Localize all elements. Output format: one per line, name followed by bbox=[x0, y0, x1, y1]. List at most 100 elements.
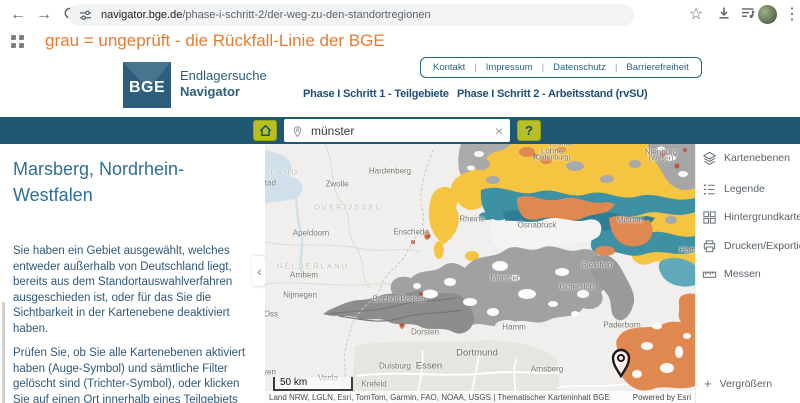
map-label: Nienburg bbox=[645, 148, 677, 157]
browser-menu-kebab-icon[interactable]: ⋮ bbox=[782, 5, 800, 25]
map-scalebar: 50 km bbox=[273, 377, 353, 391]
map-label: FLEVOLAND bbox=[265, 168, 299, 177]
map-label: Nijmegen bbox=[283, 291, 317, 300]
map-label: Zwolle bbox=[325, 180, 348, 189]
url-domain: navigator.bge.de bbox=[101, 9, 182, 21]
map-label: Krefeld bbox=[361, 380, 386, 389]
map-label: Borken bbox=[400, 295, 425, 304]
link-barrierefreiheit[interactable]: Barrierefreiheit bbox=[626, 62, 688, 73]
site-settings-icon[interactable] bbox=[78, 8, 93, 23]
map-label: (Weser) bbox=[649, 156, 674, 163]
map-label: Paderborn bbox=[603, 321, 640, 330]
map-label: Lohne bbox=[541, 147, 563, 156]
panel-content: Marsberg, Nordrhein-Westfalen Sie haben … bbox=[13, 156, 252, 403]
map-label: Hameln bbox=[679, 246, 695, 255]
link-datenschutz[interactable]: Datenschutz bbox=[553, 62, 606, 73]
tool-label: Legende bbox=[724, 183, 765, 195]
header-links-box: Kontakt | Impressum | Datenschutz | Barr… bbox=[420, 57, 702, 78]
map-label: Dortmund bbox=[456, 348, 498, 359]
tab-phase1-schritt1[interactable]: Phase I Schritt 1 - Teilgebiete bbox=[303, 88, 449, 100]
tool-hintergrundkarten[interactable]: Hintergrundkarten bbox=[702, 208, 800, 226]
ruler-icon bbox=[702, 267, 717, 282]
tool-legende[interactable]: Legende bbox=[702, 180, 765, 198]
map-attribution: Land NRW, LGLN, Esri, TomTom, Garmin, FA… bbox=[265, 391, 695, 403]
link-separator: | bbox=[474, 62, 476, 73]
map-canvas[interactable]: FLEVOLANDLelystadZwolleHardenbergOVERIJS… bbox=[265, 144, 695, 403]
map-search-box: × bbox=[284, 119, 510, 142]
panel-scrollbar[interactable] bbox=[2, 302, 5, 403]
map-label: Enschede bbox=[393, 228, 429, 237]
map-label: Bielefeld bbox=[582, 261, 613, 270]
panel-paragraph-2: Prüfen Sie, ob Sie alle Kartenebenen akt… bbox=[13, 346, 252, 403]
search-input[interactable] bbox=[311, 124, 495, 138]
map-label: Hamm bbox=[502, 323, 526, 332]
apps-grid-icon[interactable] bbox=[10, 34, 25, 54]
panel-paragraph-1: Sie haben ein Gebiet ausgewählt, welches… bbox=[13, 244, 252, 337]
layers-icon bbox=[702, 151, 717, 166]
map-labels: FLEVOLANDLelystadZwolleHardenbergOVERIJS… bbox=[265, 144, 695, 403]
browser-secondary-row: grau = ungeprüft - die Rückfall-Linie de… bbox=[0, 30, 800, 55]
tool-kartenebenen[interactable]: Kartenebenen bbox=[702, 149, 790, 167]
map-tools-panel: Kartenebenen Legende Hintergrundkarten D… bbox=[695, 144, 800, 403]
browser-profile-avatar[interactable] bbox=[758, 5, 777, 24]
zoom-in-label: Vergrößern bbox=[720, 378, 773, 390]
tool-drucken-exportieren[interactable]: Drucken/Exportieren bbox=[702, 237, 800, 255]
tool-label: Hintergrundkarten bbox=[724, 211, 800, 223]
map-toolbar: × ? bbox=[0, 117, 800, 144]
map-label: Arnhem bbox=[290, 271, 318, 280]
back-icon[interactable]: ← bbox=[8, 5, 28, 25]
tool-label: Kartenebenen bbox=[724, 152, 790, 164]
map-label: Essen bbox=[416, 361, 442, 372]
map-label: Dorsten bbox=[411, 328, 439, 337]
url-path: /phase-i-schritt-2/der-weg-zu-den-stando… bbox=[182, 9, 430, 21]
brand-line2: Navigator bbox=[180, 84, 267, 100]
bge-logo-text: BGE bbox=[129, 79, 165, 97]
basemap-grid-icon bbox=[702, 210, 717, 225]
map-label: Gütersloh bbox=[560, 283, 595, 292]
home-icon bbox=[258, 123, 273, 138]
browser-toolbar: ← → navigator.bge.de/phase-i-schritt-2/d… bbox=[0, 0, 800, 30]
clear-search-icon[interactable]: × bbox=[495, 124, 503, 138]
download-icon[interactable] bbox=[714, 5, 734, 25]
map-label: Rheine bbox=[459, 215, 484, 224]
map-label: Minden bbox=[617, 216, 643, 225]
forward-icon[interactable]: → bbox=[34, 5, 54, 25]
link-separator: | bbox=[615, 62, 617, 73]
url-text: navigator.bge.de/phase-i-schritt-2/der-w… bbox=[101, 9, 431, 21]
powered-by-esri: Powered by Esri bbox=[633, 393, 691, 402]
printer-icon bbox=[702, 239, 717, 254]
media-list-icon[interactable] bbox=[738, 5, 758, 25]
tool-label: Drucken/Exportieren bbox=[724, 240, 800, 252]
brand-text: Endlagersuche Navigator bbox=[180, 68, 267, 100]
zoom-in-button[interactable]: + Vergrößern bbox=[704, 376, 772, 391]
chevron-left-icon: ‹ bbox=[257, 263, 262, 279]
address-bar[interactable]: navigator.bge.de/phase-i-schritt-2/der-w… bbox=[68, 4, 634, 26]
site-header: BGE Endlagersuche Navigator Kontakt | Im… bbox=[0, 55, 800, 117]
tab-phase1-schritt2[interactable]: Phase I Schritt 2 - Arbeitsstand (rvSU) bbox=[457, 88, 647, 100]
map-label: Arnsberg bbox=[531, 365, 563, 374]
plus-icon: + bbox=[704, 376, 712, 391]
map-label: OVERIJSSEL bbox=[314, 203, 382, 212]
location-pin-icon bbox=[291, 124, 304, 138]
link-impressum[interactable]: Impressum bbox=[486, 62, 533, 73]
brand-line1: Endlagersuche bbox=[180, 68, 267, 84]
page-annotation-text: grau = ungeprüft - die Rückfall-Linie de… bbox=[45, 31, 385, 51]
legend-list-icon bbox=[702, 182, 717, 197]
help-button[interactable]: ? bbox=[517, 120, 541, 141]
map-label: Münster bbox=[491, 274, 520, 283]
map-label: (Oldenburg) bbox=[533, 155, 570, 162]
home-button[interactable] bbox=[253, 120, 277, 141]
map-label: GELDERLAND bbox=[277, 262, 350, 271]
map-label: Vechta bbox=[548, 144, 572, 148]
map-label: Bocholt bbox=[373, 295, 400, 304]
bge-logo[interactable]: BGE bbox=[123, 62, 171, 108]
tool-messen[interactable]: Messen bbox=[702, 265, 761, 283]
map-label: Duisburg bbox=[379, 362, 411, 371]
application-window: ← → navigator.bge.de/phase-i-schritt-2/d… bbox=[0, 0, 800, 403]
bookmark-star-icon[interactable]: ☆ bbox=[686, 5, 706, 25]
link-kontakt[interactable]: Kontakt bbox=[433, 62, 465, 73]
tool-label: Messen bbox=[724, 268, 761, 280]
map-label: Oss bbox=[265, 310, 278, 319]
link-separator: | bbox=[542, 62, 544, 73]
map-label: Hardenberg bbox=[369, 167, 411, 176]
